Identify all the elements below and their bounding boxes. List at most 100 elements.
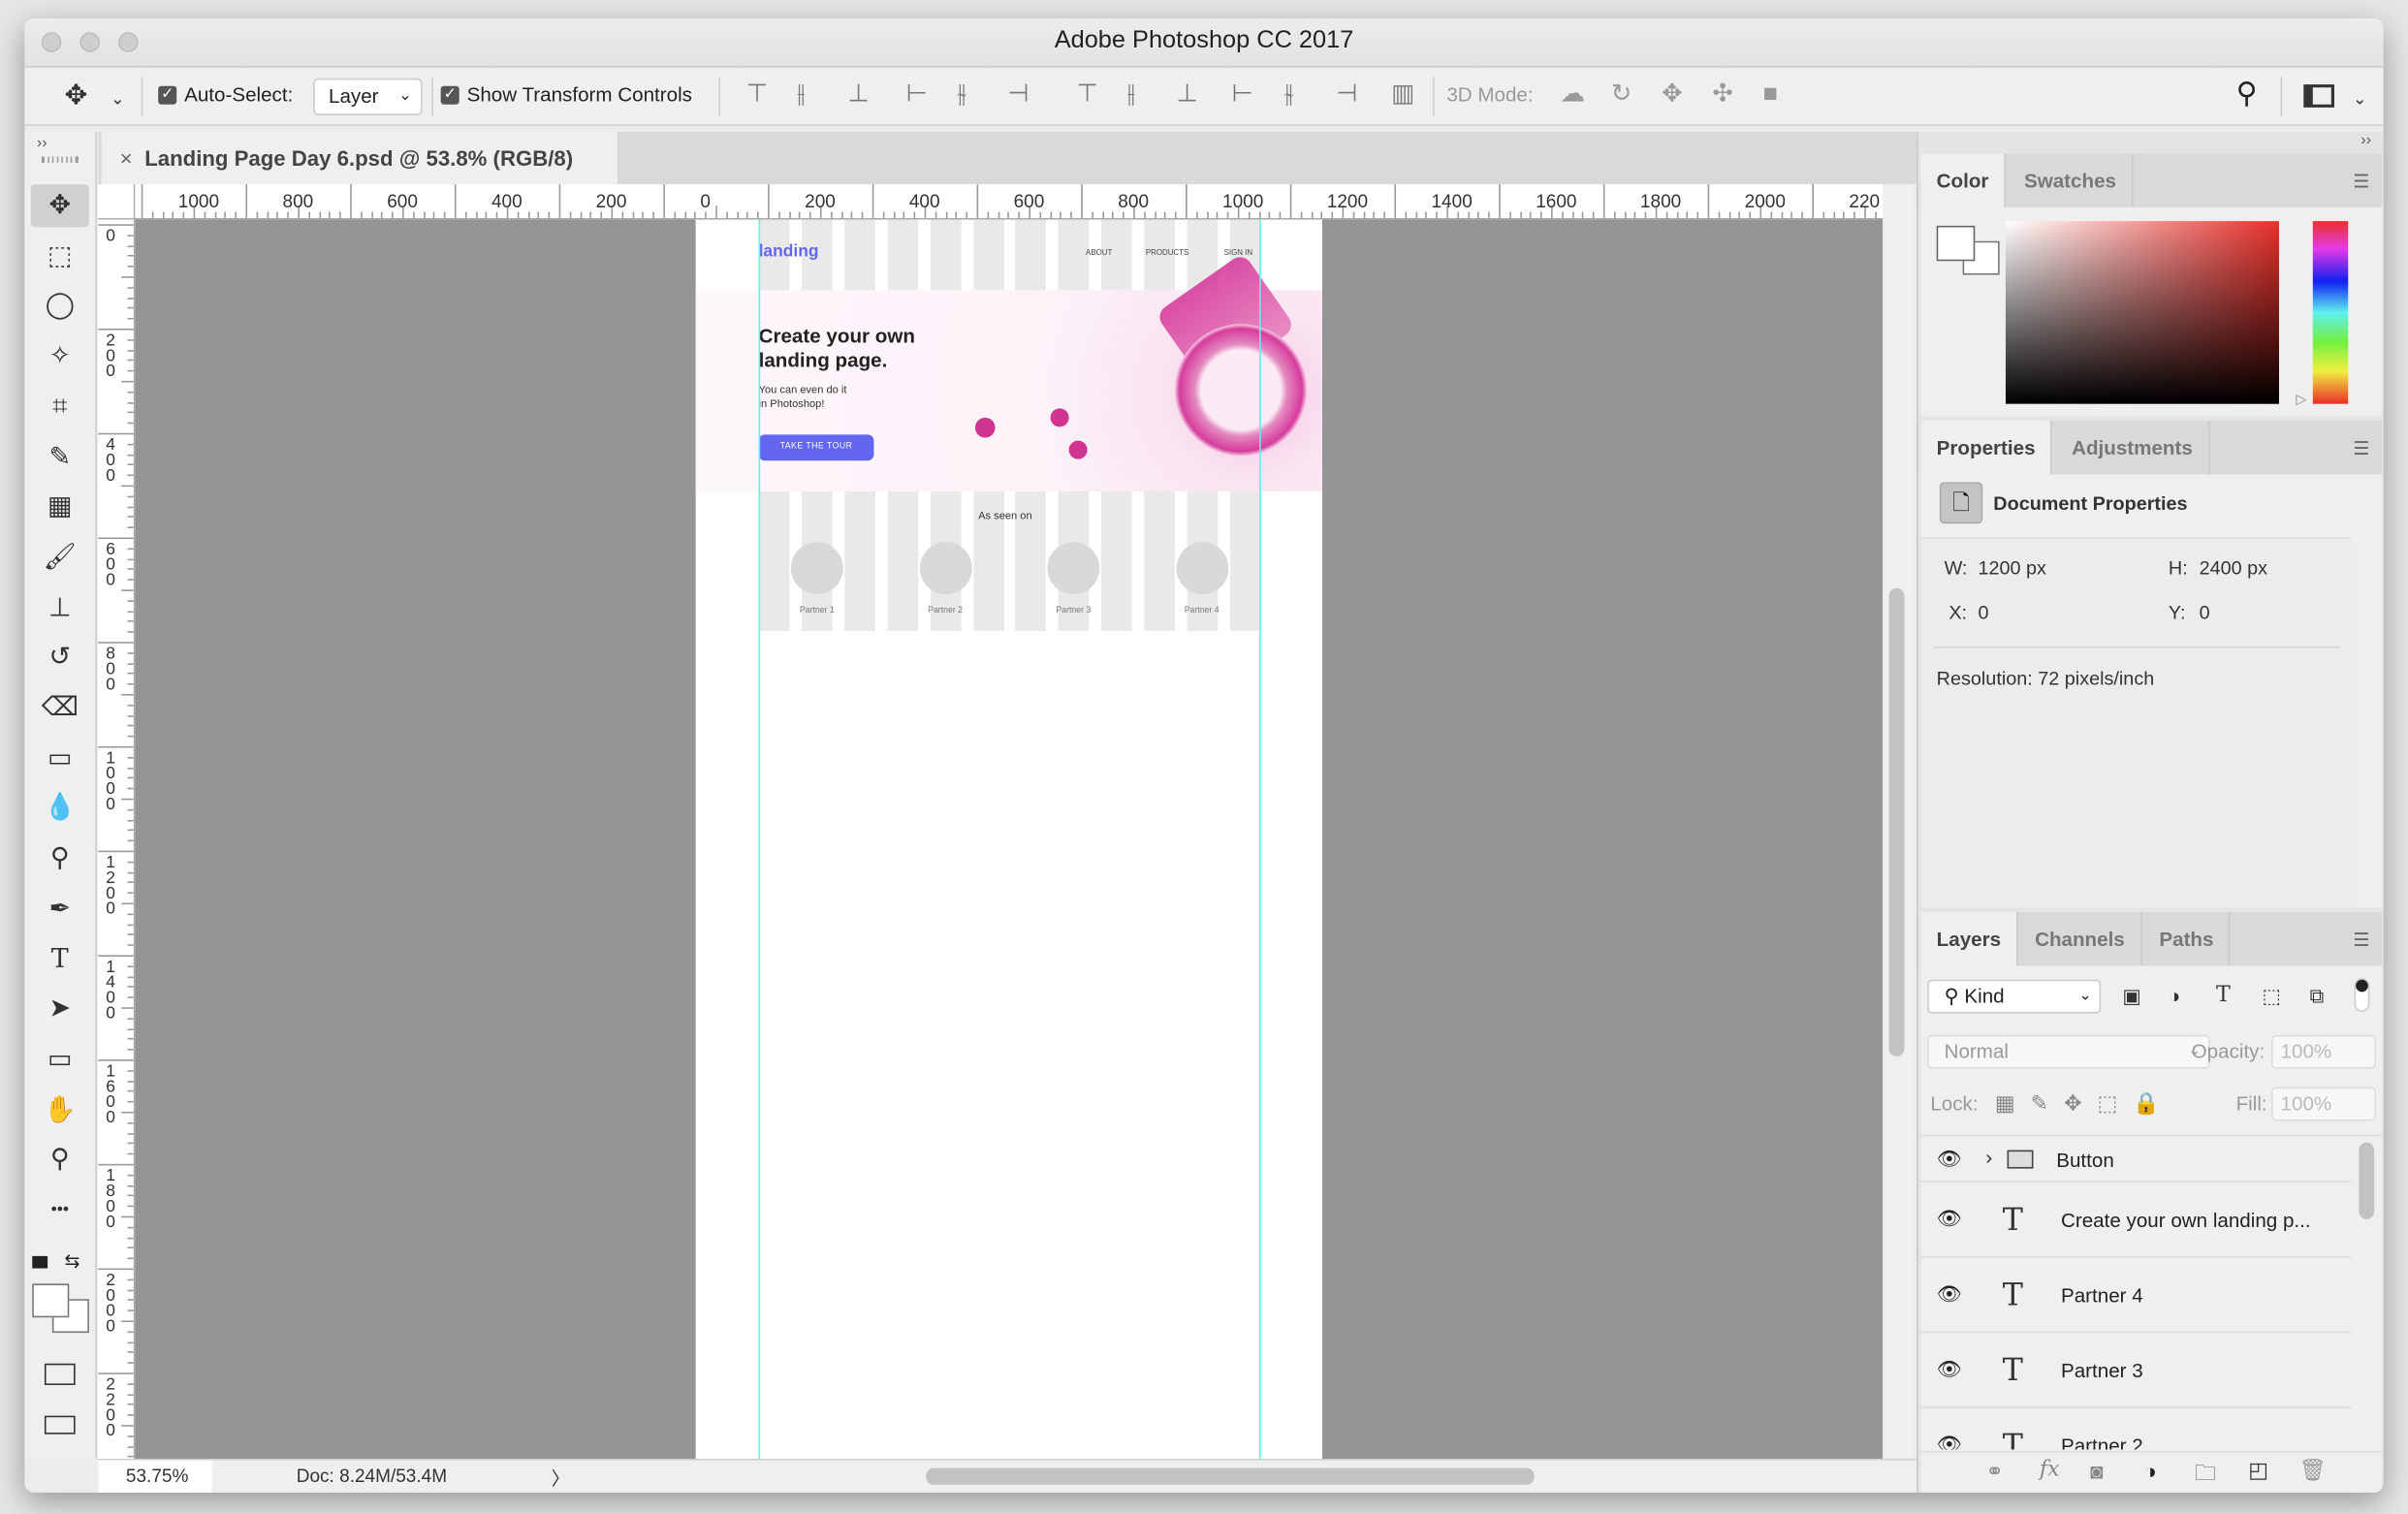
- align-top-icon[interactable]: ⊤: [746, 79, 768, 110]
- status-menu-arrow[interactable]: 〉: [552, 1465, 570, 1491]
- layer-filter-dropdown[interactable]: ⚲ Kind ⌄: [1927, 979, 2102, 1014]
- vertical-scrollbar[interactable]: [1883, 184, 1914, 1459]
- layer-row[interactable]: 👁 T Partner 4: [1920, 1257, 2352, 1334]
- color-field[interactable]: [2005, 221, 2279, 404]
- filter-toggle[interactable]: [2354, 978, 2370, 1012]
- stamp-tool-icon[interactable]: ⊥: [31, 586, 89, 629]
- eyedropper-tool-icon[interactable]: ✎: [31, 435, 89, 478]
- pen-tool-icon[interactable]: ✒: [31, 887, 89, 930]
- blur-tool-icon[interactable]: 💧: [31, 787, 89, 830]
- more-tools-icon[interactable]: •••: [31, 1188, 89, 1231]
- fill-field[interactable]: 100%: [2271, 1087, 2376, 1121]
- ruler-origin[interactable]: [98, 184, 136, 220]
- swap-colors-icon[interactable]: ⇆: [65, 1250, 80, 1272]
- orbit-3d-icon[interactable]: ☁: [1561, 79, 1585, 110]
- tab-channels[interactable]: Channels: [2019, 912, 2142, 966]
- brush-tool-icon[interactable]: 🖌: [31, 536, 89, 579]
- align-hcenter-icon[interactable]: ⫳: [957, 79, 966, 110]
- hue-slider[interactable]: [2312, 221, 2349, 404]
- align-left-icon[interactable]: ⊢: [906, 79, 928, 110]
- dodge-tool-icon[interactable]: ⚲: [31, 837, 89, 880]
- lasso-tool-icon[interactable]: ◯: [31, 285, 89, 328]
- collapse-panels-icon[interactable]: ››: [2360, 132, 2371, 148]
- tab-paths[interactable]: Paths: [2144, 912, 2231, 966]
- path-selection-tool-icon[interactable]: ➤: [31, 988, 89, 1030]
- vertical-scroll-thumb[interactable]: [1888, 587, 1905, 1057]
- eye-icon[interactable]: 👁: [1937, 1282, 1962, 1307]
- roll-3d-icon[interactable]: ↻: [1611, 79, 1632, 110]
- eye-icon[interactable]: 👁: [1937, 1357, 1962, 1381]
- close-tab-icon[interactable]: ×: [120, 145, 133, 170]
- auto-select-checkbox[interactable]: ✓: [158, 85, 177, 105]
- collapse-toolbar-icon[interactable]: ››: [37, 135, 48, 151]
- eye-icon[interactable]: 👁: [1937, 1147, 1962, 1171]
- screen-mode-icon[interactable]: [44, 1415, 76, 1435]
- lock-icons[interactable]: ▦✎✥⬚🔒: [1995, 1090, 2175, 1117]
- layer-row[interactable]: 👁 › Button: [1920, 1136, 2352, 1183]
- align-bottom-icon[interactable]: ⊥: [847, 79, 869, 110]
- auto-select-dropdown[interactable]: Layer ⌄: [313, 78, 423, 115]
- eye-icon[interactable]: 👁: [1937, 1207, 1962, 1231]
- scale-3d-icon[interactable]: ■: [1763, 79, 1778, 110]
- distribute-bottom-icon[interactable]: ⊥: [1176, 79, 1197, 110]
- distribute-vcenter-icon[interactable]: ⫲: [1127, 79, 1135, 110]
- tab-color[interactable]: Color: [1920, 153, 2006, 207]
- horizontal-ruler[interactable]: 1000 800 600 400 200 0 200 400 600 800 1000 1200 140…: [135, 184, 1884, 220]
- marquee-tool-icon[interactable]: ⬚: [31, 235, 89, 277]
- fx-icon[interactable]: fx: [2040, 1457, 2060, 1481]
- document-canvas[interactable]: landing ABOUT PRODUCTS SIGN IN Create yo…: [695, 219, 1322, 1459]
- zoom-tool-icon[interactable]: ⚲: [31, 1138, 89, 1181]
- crop-tool-icon[interactable]: ⌗: [31, 385, 89, 427]
- filter-smart-object-icon[interactable]: ⧉: [2310, 984, 2325, 1008]
- link-icon[interactable]: ⚭: [1985, 1459, 2004, 1485]
- foreground-color-swatch[interactable]: [32, 1283, 70, 1318]
- layer-row[interactable]: 👁 T Partner 3: [1920, 1333, 2352, 1408]
- distribute-hcenter-icon[interactable]: ⫳: [1283, 79, 1293, 110]
- document-tab[interactable]: × Landing Page Day 6.psd @ 53.8% (RGB/8): [101, 132, 618, 185]
- distribute-right-icon[interactable]: ⊣: [1336, 79, 1357, 110]
- tab-adjustments[interactable]: Adjustments: [2056, 421, 2210, 475]
- distribute-left-icon[interactable]: ⊢: [1232, 79, 1253, 110]
- quick-mask-icon[interactable]: [44, 1363, 76, 1385]
- chevron-down-icon[interactable]: ⌄: [2353, 84, 2367, 115]
- guide-left[interactable]: [758, 219, 761, 1459]
- rectangle-tool-icon[interactable]: ▭: [31, 1038, 89, 1081]
- opacity-field[interactable]: 100%: [2271, 1034, 2376, 1069]
- frame-tool-icon[interactable]: ▦: [31, 486, 89, 528]
- guide-right[interactable]: [1259, 219, 1261, 1459]
- pan-3d-icon[interactable]: ✥: [1662, 79, 1682, 110]
- slide-3d-icon[interactable]: ✣: [1712, 79, 1732, 110]
- blend-mode-dropdown[interactable]: Normal ⌄: [1927, 1034, 2210, 1069]
- canvas-area[interactable]: landing ABOUT PRODUCTS SIGN IN Create yo…: [135, 219, 1884, 1459]
- eye-icon[interactable]: 👁: [1937, 1433, 1962, 1449]
- search-icon[interactable]: ⚲: [2236, 79, 2258, 110]
- tab-swatches[interactable]: Swatches: [2009, 153, 2134, 207]
- history-brush-tool-icon[interactable]: ↺: [31, 636, 89, 678]
- new-layer-icon[interactable]: ◰: [2248, 1457, 2268, 1483]
- expand-chevron-icon[interactable]: ›: [1985, 1146, 1992, 1169]
- filter-pixel-icon[interactable]: ▣: [2122, 984, 2140, 1008]
- tab-properties[interactable]: Properties: [1920, 421, 2052, 475]
- filter-shape-icon[interactable]: ⬚: [2263, 984, 2281, 1008]
- eraser-tool-icon[interactable]: ⌫: [31, 686, 89, 729]
- panel-menu-icon[interactable]: ☰: [2353, 171, 2369, 192]
- adjustment-icon[interactable]: ◑: [2144, 1459, 2157, 1483]
- tab-layers[interactable]: Layers: [1920, 912, 2018, 966]
- auto-align-icon[interactable]: ▥: [1391, 79, 1414, 110]
- distribute-top-icon[interactable]: ⊤: [1077, 79, 1098, 110]
- move-icon[interactable]: ✥: [65, 79, 88, 110]
- layers-scroll-thumb[interactable]: [2359, 1142, 2375, 1219]
- align-right-icon[interactable]: ⊣: [1007, 79, 1029, 110]
- filter-adjustment-icon[interactable]: ◑: [2169, 984, 2180, 1007]
- new-group-icon[interactable]: 🗀: [2195, 1457, 2216, 1492]
- move-tool-icon[interactable]: ✥: [30, 184, 89, 228]
- chevron-down-icon[interactable]: ⌄: [111, 84, 125, 115]
- foreground-color-swatch[interactable]: [1936, 225, 1976, 262]
- panel-menu-icon[interactable]: ☰: [2353, 437, 2369, 458]
- gradient-tool-icon[interactable]: ▭: [31, 737, 89, 779]
- vertical-ruler[interactable]: 0 200 400 600 800 1000 1200 1400 1600 1800 2000 220…: [98, 219, 136, 1459]
- align-vcenter-icon[interactable]: ⫲: [797, 79, 805, 110]
- layer-row[interactable]: 👁 T Create your own landing p...: [1920, 1183, 2352, 1258]
- show-transform-checkbox[interactable]: ✓: [440, 85, 459, 105]
- trash-icon[interactable]: 🗑: [2299, 1457, 2327, 1483]
